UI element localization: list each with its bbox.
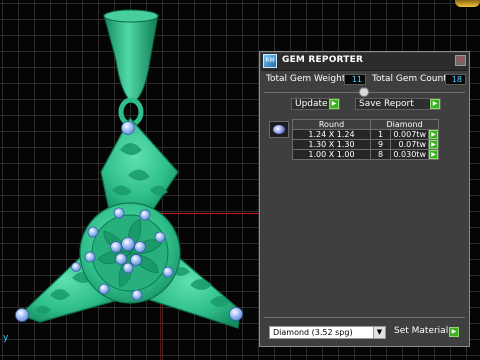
table-row: 1.30 X 1.30 9 0.07tw ▶ [292,139,439,150]
chevron-up-icon: ⌃ [361,86,367,94]
gem [229,307,243,321]
total-weight-value: 11 [344,74,366,85]
panel-title: GEM REPORTER [282,55,364,65]
table-row: 1.24 X 1.24 1 0.007tw ▶ [292,129,439,140]
gem-count: 9 [370,139,391,150]
close-button[interactable]: × [455,55,466,66]
total-count-label: Total Gem Count [372,74,447,84]
divider [264,317,465,318]
set-material-button[interactable]: Set Material ▶ [391,326,459,339]
update-button[interactable]: Update ▶ [291,98,340,110]
gem [121,237,135,251]
round-gem-icon [273,125,285,134]
panel-titlebar[interactable]: RM GEM REPORTER × [261,53,468,71]
chevron-down-icon: ▼ [373,327,385,338]
gem-weight: 0.007tw [390,129,429,140]
gem [115,253,127,265]
material-value: Diamond (3.52 spg) [273,328,353,337]
gem [71,262,81,272]
gem [154,231,166,243]
gem [130,254,142,266]
play-icon: ▶ [429,150,438,159]
row-select-button[interactable]: ▶ [428,139,439,150]
gem-table: Round Diamond 1.24 X 1.24 1 0.007tw ▶ 1.… [292,119,439,160]
gem [84,251,96,263]
gem-weight: 0.07tw [390,139,429,150]
total-weight-label: Total Gem Weight [266,74,346,84]
material-select[interactable]: Diamond (3.52 spg) ▼ [269,326,386,339]
gem-size: 1.00 X 1.00 [292,149,371,160]
gem [139,209,151,221]
gem [134,241,146,253]
table-header-row: Round Diamond [292,119,439,130]
gem [113,207,125,219]
play-icon: ▶ [449,327,459,337]
set-material-label: Set Material [394,326,449,336]
play-icon: ▶ [329,99,339,109]
table-row: 1.00 X 1.00 8 0.030tw ▶ [292,149,439,160]
size-header: Round [292,119,371,130]
gem [98,283,110,295]
gem-size: 1.24 X 1.24 [292,129,371,140]
bale [103,11,159,104]
gem [122,262,134,274]
row-select-button[interactable]: ▶ [428,149,439,160]
save-report-label: Save Report [359,99,414,109]
bale-top [103,9,159,23]
play-icon: ▶ [429,140,438,149]
gem-reporter-panel: RM GEM REPORTER × Total Gem Weight 11 To… [259,51,470,347]
gem-count: 1 [370,129,391,140]
total-count-value: 18 [445,74,466,85]
gem [110,241,122,253]
gem-size: 1.30 X 1.30 [292,139,371,150]
play-icon: ▶ [429,130,438,139]
gem [15,308,29,322]
gem [162,266,174,278]
top-arm [100,116,179,215]
collapse-icon[interactable]: ⌃ [359,86,369,97]
gem-weight: 0.030tw [390,149,429,160]
gem-count: 8 [370,149,391,160]
gem [121,121,135,135]
play-icon: ▶ [430,99,440,109]
save-report-button[interactable]: Save Report ▶ [355,98,441,110]
app-window: y RM GEM REPORTER × Total Gem Weight 11 … [0,0,480,360]
update-label: Update [295,99,328,109]
gem [87,226,99,238]
row-select-button[interactable]: ▶ [428,129,439,140]
type-header: Diamond [370,119,439,130]
gem [131,289,143,301]
gem-thumbnail[interactable] [269,121,289,138]
app-logo-icon: RM [263,54,277,68]
